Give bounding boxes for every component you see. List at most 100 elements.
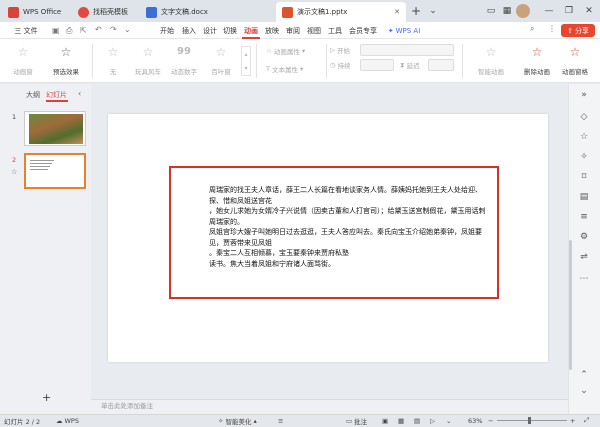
tab-list-chevron-icon[interactable]: ⌄	[426, 4, 440, 18]
new-tab-button[interactable]: +	[409, 4, 423, 18]
slide-thumbnail-1[interactable]	[24, 111, 86, 146]
star-icon[interactable]: ☆	[577, 130, 591, 144]
more-chevron-icon[interactable]: ⌄	[124, 25, 131, 34]
more-options-icon[interactable]: ⋮	[548, 24, 556, 37]
bookmark-icon[interactable]: ⌑	[577, 170, 591, 184]
timing-duration-input[interactable]	[360, 59, 394, 71]
animation-properties[interactable]: ☆ 动画属性 ▾	[266, 46, 305, 56]
collapse-panel-icon[interactable]: ‹	[78, 89, 81, 98]
menu-view[interactable]: 视图	[305, 24, 323, 37]
tab-slides[interactable]: 幻灯片	[46, 90, 67, 100]
zoom-dropdown-icon[interactable]: ⌄	[446, 415, 451, 426]
menu-home[interactable]: 开始	[158, 24, 176, 37]
thumb-text-line	[30, 169, 48, 170]
avatar[interactable]	[516, 4, 530, 18]
smart-beautify-button[interactable]: ✧ 智能美化 ▴	[218, 415, 257, 426]
settings-icon[interactable]: ⚙	[577, 230, 591, 244]
tab-presentation[interactable]: 演示文稿1.pptx ✕	[276, 2, 406, 22]
reading-view-icon[interactable]: ▤	[414, 415, 420, 426]
app-indicator[interactable]: ☁ WPS	[56, 415, 79, 426]
button-label: 动画窗	[13, 68, 33, 76]
menu-transition[interactable]: 切换	[221, 24, 239, 37]
effect-none[interactable]: ☆ 无	[96, 44, 130, 78]
animation-pane-left-button[interactable]: ☆ 动画窗	[6, 44, 40, 78]
slide-count: 幻灯片 2 / 2	[4, 417, 41, 426]
tab-template[interactable]: 找稻壳模板	[72, 2, 138, 22]
menu-review[interactable]: 审阅	[284, 24, 302, 37]
notes-field[interactable]: 单击此处添加备注	[91, 399, 568, 414]
star-outline-icon: ☆	[107, 45, 119, 59]
slide-body-text[interactable]: 周瑞家的找王夫人章话，薛王二人长篇在看地谈家务人情。薛姨妈托她到王夫人处给迎、探…	[209, 185, 487, 269]
layout-icon[interactable]: ▤	[577, 190, 591, 204]
delete-animation-button[interactable]: ☆ 删除动画	[520, 44, 554, 78]
format-icon[interactable]: ≡	[577, 210, 591, 224]
effects-scroll[interactable]: ▴ ▾	[241, 46, 251, 76]
grid-apps-icon[interactable]: ▦	[500, 4, 514, 18]
active-tab-indicator	[46, 100, 68, 102]
effect-label: 百叶窗	[211, 68, 231, 76]
menu-tools[interactable]: 工具	[326, 24, 344, 37]
scrollbar-thumb[interactable]	[569, 240, 572, 370]
print-icon[interactable]: ⎙	[66, 26, 72, 36]
star-outline-icon: ☆	[266, 47, 272, 55]
comments-button[interactable]: ▭ 批注	[346, 415, 367, 426]
sparkle-icon[interactable]: ✧	[577, 150, 591, 164]
normal-view-icon[interactable]: ▣	[382, 415, 388, 426]
redo-icon[interactable]: ↷	[110, 25, 117, 34]
minimize-icon[interactable]: —	[542, 4, 556, 18]
vertical-scrollbar[interactable]	[568, 140, 573, 380]
chevron-up-icon: ▴	[253, 416, 257, 425]
add-slide-button[interactable]: +	[42, 391, 51, 404]
menu-animation[interactable]: 动画	[242, 24, 260, 37]
zoom-in-button[interactable]: +	[570, 415, 575, 426]
ribbon-divider	[462, 44, 463, 78]
window-layout-icon[interactable]: ▭	[484, 4, 498, 18]
effect-dynamic-number[interactable]: 99 动态数字	[166, 44, 202, 78]
close-tab-icon[interactable]: ✕	[394, 8, 400, 16]
thumb-text-line	[30, 163, 52, 164]
tab-document[interactable]: 文字文稿.docx	[140, 2, 274, 22]
menu-insert[interactable]: 插入	[180, 24, 198, 37]
zoom-out-button[interactable]: −	[488, 415, 493, 426]
scroll-down-icon[interactable]: ⌄	[577, 384, 591, 398]
notes-toggle-icon[interactable]: ≡	[278, 415, 283, 426]
close-window-icon[interactable]: ✕	[582, 4, 596, 18]
effect-pinwheel[interactable]: ☆ 玩具风车	[130, 44, 166, 78]
save-icon[interactable]: ▣	[52, 26, 60, 35]
preset-effects-button[interactable]: ☆ 预选效果	[44, 44, 88, 78]
zoom-slider-thumb[interactable]	[528, 417, 531, 424]
export-icon[interactable]: ⇱	[80, 26, 87, 35]
share-icon: ⇧	[567, 26, 573, 35]
play-slideshow-icon[interactable]: ▷	[430, 415, 435, 426]
text-properties[interactable]: T 文本属性 ▾	[266, 64, 303, 74]
effect-blinds[interactable]: ☆ 百叶窗	[204, 44, 238, 78]
collapse-icon[interactable]: »	[577, 88, 591, 102]
adjust-icon[interactable]: ⇌	[577, 250, 591, 264]
menu-slideshow[interactable]: 放映	[263, 24, 281, 37]
shapes-icon[interactable]: ◇	[577, 110, 591, 124]
undo-icon[interactable]: ↶	[95, 25, 102, 34]
timing-delay-input[interactable]	[428, 59, 454, 71]
search-icon[interactable]: ⌕	[530, 24, 544, 37]
menu-design[interactable]: 设计	[201, 24, 219, 37]
maximize-icon[interactable]: ❐	[562, 4, 576, 18]
slide-sorter-icon[interactable]: ▦	[398, 415, 404, 426]
timing-start-select[interactable]	[360, 44, 454, 56]
star-icon: ☆	[569, 45, 581, 59]
smart-animation-button[interactable]: ☆ 智能动画	[474, 44, 508, 78]
menu-member[interactable]: 会员专享	[346, 24, 380, 37]
scroll-up-icon[interactable]: ⌃	[577, 368, 591, 382]
wps-ai-button[interactable]: ✦ WPS AI	[384, 24, 424, 37]
fit-window-icon[interactable]: ⤢	[584, 415, 589, 426]
main-menu-button[interactable]: 三 文件	[6, 24, 46, 37]
zoom-level[interactable]: 63%	[468, 415, 482, 426]
tab-label: 演示文稿1.pptx	[297, 8, 348, 16]
tab-outline[interactable]: 大纲	[26, 90, 40, 100]
share-button[interactable]: ⇧ 分享	[561, 24, 595, 37]
slide-thumbnail-2[interactable]	[24, 153, 86, 189]
timing-start-label: ▷ 开始	[330, 46, 350, 55]
tab-wps-office[interactable]: WPS Office	[2, 2, 70, 22]
more-icon[interactable]: ⋯	[577, 272, 591, 286]
animation-pane-button[interactable]: ☆ 动画窗格	[558, 44, 592, 78]
zoom-slider[interactable]	[497, 420, 567, 421]
